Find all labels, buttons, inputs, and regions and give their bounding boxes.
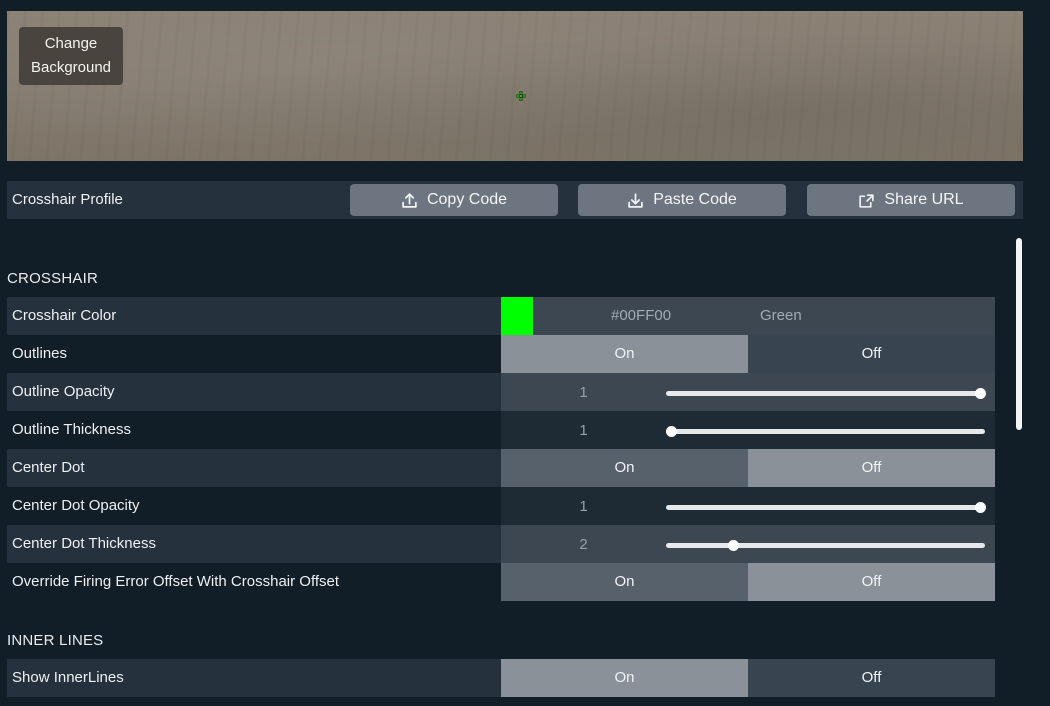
settings-scrollbar[interactable] <box>1016 238 1022 430</box>
outline-thickness-slider[interactable] <box>666 411 995 449</box>
center-dot-row: Center Dot On Off <box>7 449 995 487</box>
override-firing-error-label: Override Firing Error Offset With Crossh… <box>12 573 340 590</box>
crosshair-color-row: Crosshair Color #00FF00 Green <box>7 297 995 335</box>
crosshair-color-label: Crosshair Color <box>12 307 117 324</box>
slider-thumb[interactable] <box>727 540 739 551</box>
outline-opacity-value[interactable]: 1 <box>501 373 666 411</box>
show-inner-lines-row: Show InnerLines On Off <box>7 659 995 697</box>
paste-code-button[interactable]: Paste Code <box>578 184 786 216</box>
center-dot-thickness-row: Center Dot Thickness 2 <box>7 525 995 563</box>
slider-track <box>666 543 985 548</box>
outline-opacity-label: Outline Opacity <box>12 383 115 400</box>
download-icon <box>628 192 643 208</box>
copy-code-label: Copy Code <box>426 191 508 208</box>
share-url-label: Share URL <box>884 191 964 208</box>
slider-thumb[interactable] <box>975 388 986 399</box>
center-dot-opacity-slider[interactable] <box>666 487 995 525</box>
show-inner-lines-on-toggle[interactable]: On <box>501 659 748 697</box>
copy-code-button[interactable]: Copy Code <box>350 184 558 216</box>
outlines-on-toggle[interactable]: On <box>501 335 748 373</box>
share-url-button[interactable]: Share URL <box>807 184 1015 216</box>
show-inner-lines-label: Show InnerLines <box>12 669 124 686</box>
paste-code-label: Paste Code <box>653 191 737 208</box>
outlines-off-toggle[interactable]: Off <box>748 335 995 373</box>
center-dot-opacity-label: Center Dot Opacity <box>12 497 140 514</box>
override-firing-error-row: Override Firing Error Offset With Crossh… <box>7 563 995 601</box>
inner-lines-section-title: INNER LINES <box>7 632 104 649</box>
center-dot-thickness-slider[interactable] <box>666 525 995 563</box>
color-swatch[interactable] <box>501 297 533 335</box>
outline-thickness-row: Outline Thickness 1 <box>7 411 995 449</box>
outline-opacity-row: Outline Opacity 1 <box>7 373 995 411</box>
slider-track <box>666 429 985 434</box>
center-dot-thickness-value[interactable]: 2 <box>501 525 666 563</box>
center-dot-thickness-label: Center Dot Thickness <box>12 535 156 552</box>
center-dot-off-toggle[interactable]: Off <box>748 449 995 487</box>
color-name: Green <box>760 307 802 324</box>
crosshair-preview-icon <box>516 91 526 101</box>
crosshair-color-picker[interactable]: #00FF00 Green <box>501 297 995 335</box>
crosshair-preview: Change Background <box>7 11 1023 161</box>
outline-opacity-slider[interactable] <box>666 373 995 411</box>
crosshair-profile-bar: Crosshair Profile Copy Code Paste Code S… <box>7 181 1023 219</box>
crosshair-section-title: CROSSHAIR <box>7 270 98 287</box>
outlines-row: Outlines On Off <box>7 335 995 373</box>
change-background-label-line1: Change <box>44 35 98 52</box>
crosshair-profile-label: Crosshair Profile <box>12 191 123 208</box>
override-firing-error-on-toggle[interactable]: On <box>501 563 748 601</box>
center-dot-opacity-value[interactable]: 1 <box>501 487 666 525</box>
change-background-button[interactable]: Change Background <box>19 27 123 85</box>
change-background-label-line2: Background <box>30 59 112 76</box>
outline-thickness-value[interactable]: 1 <box>501 411 666 449</box>
slider-track <box>666 391 985 396</box>
slider-track <box>666 505 985 510</box>
center-dot-opacity-row: Center Dot Opacity 1 <box>7 487 995 525</box>
center-dot-on-toggle[interactable]: On <box>501 449 748 487</box>
outline-thickness-label: Outline Thickness <box>12 421 131 438</box>
override-firing-error-off-toggle[interactable]: Off <box>748 563 995 601</box>
show-inner-lines-off-toggle[interactable]: Off <box>748 659 995 697</box>
outlines-label: Outlines <box>12 345 68 362</box>
center-dot-label: Center Dot <box>12 459 85 476</box>
slider-thumb[interactable] <box>666 426 677 437</box>
color-hex-value: #00FF00 <box>611 307 672 324</box>
slider-thumb[interactable] <box>975 502 986 513</box>
upload-icon <box>402 192 417 208</box>
share-icon <box>859 193 875 208</box>
